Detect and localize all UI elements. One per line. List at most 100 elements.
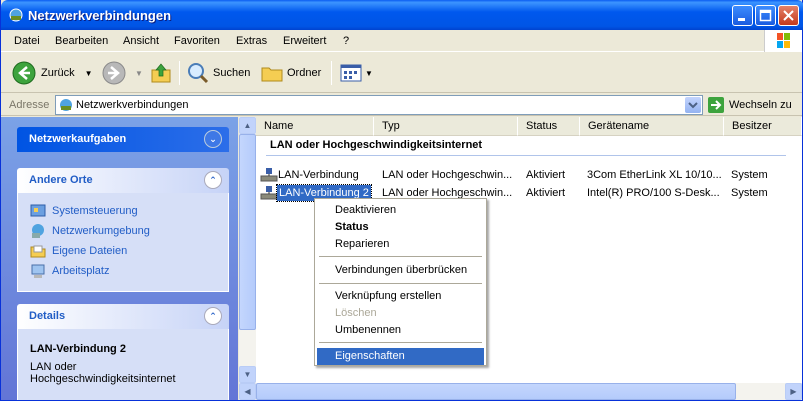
search-label: Suchen [213,67,251,79]
my-computer-icon [31,264,45,278]
details-panel: Details ⌃ LAN-Verbindung 2 LAN oder Hoch… [17,304,229,400]
up-folder-button[interactable] [149,59,173,87]
network-tasks-panel: Netzwerkaufgaben ⌄ [17,127,229,152]
address-bar: Adresse Netzwerkverbindungen Wechseln zu [1,94,802,116]
window-title: Netzwerkverbindungen [28,8,172,23]
place-label: Systemsteuerung [52,205,138,217]
menu-erweitert[interactable]: Erweitert [283,35,326,47]
menu-item-properties[interactable]: Eigenschaften [317,348,484,365]
menu-separator [319,283,482,284]
group-divider [266,155,786,156]
scroll-right-button[interactable]: ▶ [785,383,802,400]
menu-item-status[interactable]: Status [317,219,484,236]
back-dropdown-icon[interactable]: ▼ [85,69,93,78]
explorer-window: Netzwerkverbindungen Datei Bearbeiten An… [0,0,803,401]
network-tasks-header[interactable]: Netzwerkaufgaben ⌄ [17,127,229,152]
folders-button[interactable]: Ordner [260,59,321,87]
close-button[interactable] [778,5,799,26]
row-status: Aktiviert [526,169,566,181]
maximize-button[interactable] [755,5,776,26]
network-places-icon [32,224,44,238]
search-icon [188,63,209,84]
details-header[interactable]: Details ⌃ [17,304,229,329]
task-pane-scrollbar[interactable]: ▲ ▼ [239,117,256,383]
collapse-chevron-icon[interactable]: ⌃ [204,171,222,189]
menu-bar: Datei Bearbeiten Ansicht Favoriten Extra… [1,30,802,52]
row-owner: System [731,187,768,199]
menu-help[interactable]: ? [343,35,349,47]
menu-datei[interactable]: Datei [14,35,40,47]
windows-logo-icon [764,30,802,52]
scroll-left-button[interactable]: ◀ [239,383,256,400]
address-value: Netzwerkverbindungen [76,99,189,111]
views-button[interactable]: ▼ [339,59,373,87]
title-bar[interactable]: Netzwerkverbindungen [1,0,803,30]
file-list-hscrollbar[interactable]: ◀ ▶ [239,383,802,400]
row-owner: System [731,169,768,181]
expand-chevron-icon[interactable]: ⌄ [204,130,222,148]
minimize-icon [738,18,745,21]
table-row[interactable]: LAN-Verbindung LAN oder Hochgeschwin... … [260,167,800,183]
menu-separator [319,256,482,257]
close-icon [783,10,794,21]
menu-item-repair[interactable]: Reparieren [317,236,484,253]
address-label: Adresse [9,99,50,111]
network-tasks-title: Netzwerkaufgaben [29,133,127,145]
row-type: LAN oder Hochgeschwin... [382,169,513,181]
place-label: Netzwerkumgebung [52,225,150,237]
network-connections-icon [60,99,72,111]
go-arrow-icon [708,97,724,113]
address-dropdown-button[interactable] [685,97,701,113]
column-name[interactable]: Name [256,117,374,136]
row-device: 3Com EtherLink XL 10/10... [587,169,722,181]
task-pane: Netzwerkaufgaben ⌄ Andere Orte ⌃ Systems… [1,117,238,400]
collapse-chevron-icon[interactable]: ⌃ [204,307,222,325]
link-eigene-dateien[interactable]: Eigene Dateien [30,241,216,261]
menu-item-deactivate[interactable]: Deaktivieren [317,202,484,219]
forward-dropdown-icon[interactable]: ▼ [135,69,143,78]
chevron-down-icon [688,102,698,109]
details-type-line2: Hochgeschwindigkeitsinternet [30,373,176,385]
address-field[interactable]: Netzwerkverbindungen [55,95,703,115]
views-icon [340,64,362,82]
network-connections-icon [9,8,23,22]
other-places-panel: Andere Orte ⌃ Systemsteuerung Netzwerkum… [17,168,229,292]
column-status[interactable]: Status [518,117,580,136]
menu-item-create-shortcut[interactable]: Verknüpfung erstellen [317,288,484,305]
place-label: Arbeitsplatz [52,265,110,277]
column-owner[interactable]: Besitzer [724,117,802,136]
other-places-header[interactable]: Andere Orte ⌃ [17,168,229,193]
row-status: Aktiviert [526,187,566,199]
link-netzwerkumgebung[interactable]: Netzwerkumgebung [30,221,216,241]
views-dropdown-icon[interactable]: ▼ [365,69,373,78]
menu-ansicht[interactable]: Ansicht [123,35,159,47]
forward-button[interactable]: ▼ [101,59,143,87]
other-places-title: Andere Orte [29,174,93,186]
menu-item-bridge[interactable]: Verbindungen überbrücken [317,262,484,279]
minimize-button[interactable] [732,5,753,26]
lan-connection-icon [260,168,278,182]
menu-extras[interactable]: Extras [236,35,267,47]
column-device[interactable]: Gerätename [580,117,724,136]
row-device: Intel(R) PRO/100 S-Desk... [587,187,720,199]
link-systemsteuerung[interactable]: Systemsteuerung [30,201,216,221]
scroll-thumb[interactable] [239,134,256,330]
toolbar: Zurück ▼ ▼ Suchen Ordner ▼ [1,53,802,93]
forward-arrow-icon [102,61,126,85]
search-button[interactable]: Suchen [186,59,250,87]
back-button[interactable]: Zurück ▼ [11,59,93,87]
column-type[interactable]: Typ [374,117,518,136]
menu-item-rename[interactable]: Umbenennen [317,322,484,339]
scroll-down-button[interactable]: ▼ [239,366,256,383]
toolbar-separator [179,61,180,85]
folders-label: Ordner [287,67,322,79]
up-folder-icon [151,63,171,83]
menu-bearbeiten[interactable]: Bearbeiten [55,35,108,47]
go-button[interactable]: Wechseln zu [707,96,792,114]
link-arbeitsplatz[interactable]: Arbeitsplatz [30,261,216,281]
menu-favoriten[interactable]: Favoriten [174,35,220,47]
scroll-up-button[interactable]: ▲ [239,117,256,134]
toolbar-separator [331,61,332,85]
scroll-thumb[interactable] [256,383,736,400]
back-label: Zurück [41,67,75,79]
